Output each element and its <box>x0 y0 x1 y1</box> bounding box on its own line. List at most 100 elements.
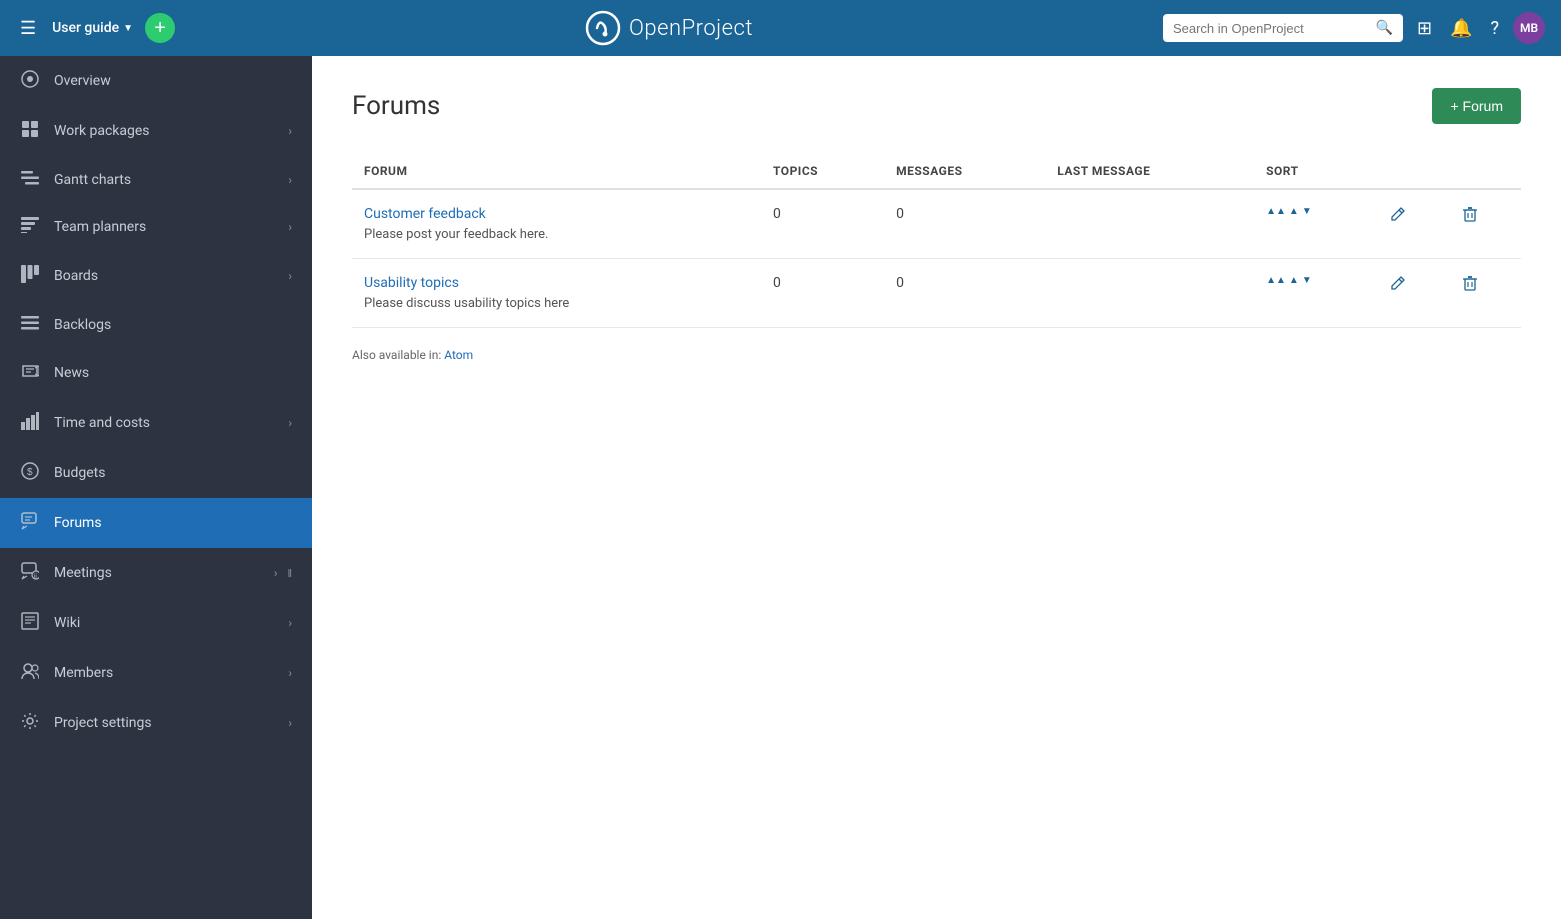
sort-down-0[interactable]: ▼ <box>1302 206 1312 217</box>
svg-text:ii: ii <box>34 573 38 581</box>
sidebar-arrow-project-settings: › <box>288 716 292 730</box>
sidebar-arrow-meetings: › <box>274 566 278 580</box>
forum-cell-1: Usability topics Please discuss usability… <box>352 259 761 328</box>
main-layout: OverviewWork packages›Gantt charts›Team … <box>0 56 1561 919</box>
delete-forum-button-0[interactable] <box>1462 206 1478 226</box>
work-packages-icon <box>20 120 40 142</box>
sort-down-1[interactable]: ▼ <box>1302 275 1312 286</box>
sidebar-item-label-team-planners: Team planners <box>54 219 274 235</box>
backlogs-icon <box>20 315 40 334</box>
atom-link-text: Also available in: <box>352 348 444 362</box>
sidebar-item-label-news: News <box>54 365 292 381</box>
sidebar-arrow-wiki: › <box>288 616 292 630</box>
messages-cell-0: 0 <box>884 189 1045 259</box>
atom-link: Also available in: Atom <box>352 348 1521 362</box>
sidebar-item-label-project-settings: Project settings <box>54 715 274 731</box>
edit-forum-button-1[interactable] <box>1390 275 1406 295</box>
forums-icon <box>20 512 40 534</box>
hamburger-menu-icon[interactable]: ☰ <box>16 14 40 43</box>
forum-desc-0: Please post your feedback here. <box>364 227 548 242</box>
edit-cell-0 <box>1378 189 1449 259</box>
sort-top-1[interactable]: ▲▲ <box>1266 275 1286 286</box>
sidebar-item-meetings[interactable]: iiMeetings›‖ <box>0 548 312 598</box>
sidebar-item-backlogs[interactable]: Backlogs <box>0 301 312 348</box>
sidebar-item-news[interactable]: News <box>0 348 312 398</box>
sidebar: OverviewWork packages›Gantt charts›Team … <box>0 56 312 919</box>
forums-table: FORUM TOPICS MESSAGES LAST MESSAGE SORT … <box>352 154 1521 328</box>
svg-text:$: $ <box>27 467 33 478</box>
help-icon[interactable]: ? <box>1486 14 1503 43</box>
project-selector[interactable]: User guide ▼ <box>52 20 133 36</box>
edit-cell-1 <box>1378 259 1449 328</box>
delete-forum-button-1[interactable] <box>1462 275 1478 295</box>
sidebar-arrow-boards: › <box>288 269 292 283</box>
sidebar-item-label-wiki: Wiki <box>54 615 274 631</box>
page-header: Forums + Forum <box>352 88 1521 124</box>
sidebar-collapse-meetings[interactable]: ‖ <box>287 567 292 580</box>
team-planners-icon <box>20 217 40 237</box>
sidebar-item-time-and-costs[interactable]: Time and costs › <box>0 398 312 448</box>
sidebar-item-boards[interactable]: Boards › <box>0 251 312 301</box>
last-message-cell-1 <box>1045 259 1254 328</box>
sidebar-item-wiki[interactable]: Wiki › <box>0 598 312 648</box>
sidebar-arrow-time-and-costs: › <box>288 416 292 430</box>
sidebar-arrow-team-planners: › <box>288 220 292 234</box>
sidebar-item-label-forums: Forums <box>54 515 292 531</box>
delete-cell-1 <box>1450 259 1521 328</box>
topics-cell-1: 0 <box>761 259 884 328</box>
sidebar-item-label-backlogs: Backlogs <box>54 317 292 333</box>
sort-up-1[interactable]: ▲ <box>1289 275 1299 286</box>
wiki-icon <box>20 612 40 634</box>
sidebar-item-gantt-charts[interactable]: Gantt charts› <box>0 156 312 203</box>
members-icon <box>20 662 40 684</box>
sort-top-0[interactable]: ▲▲ <box>1266 206 1286 217</box>
edit-forum-button-0[interactable] <box>1390 206 1406 226</box>
avatar[interactable]: MB <box>1513 12 1545 44</box>
sidebar-item-budgets[interactable]: $ Budgets <box>0 448 312 498</box>
logo-text: OpenProject <box>629 16 753 41</box>
sort-cell-0: ▲▲ ▲ ▼ <box>1254 189 1378 259</box>
boards-icon <box>20 265 40 287</box>
budgets-icon: $ <box>20 462 40 484</box>
sidebar-item-label-time-and-costs: Time and costs <box>54 415 274 431</box>
forum-cell-0: Customer feedback Please post your feedba… <box>352 189 761 259</box>
top-navigation: ☰ User guide ▼ + OpenProject 🔍 ⊞ 🔔 ? MB <box>0 0 1561 56</box>
meetings-icon: ii <box>20 562 40 584</box>
forum-link-0[interactable]: Customer feedback <box>364 206 749 222</box>
gantt-charts-icon <box>20 170 40 189</box>
news-icon <box>20 362 40 384</box>
table-row: Customer feedback Please post your feedba… <box>352 189 1521 259</box>
sidebar-arrow-members: › <box>288 666 292 680</box>
last-message-cell-0 <box>1045 189 1254 259</box>
delete-cell-0 <box>1450 189 1521 259</box>
notifications-icon[interactable]: 🔔 <box>1446 14 1476 43</box>
atom-link-anchor[interactable]: Atom <box>444 348 473 362</box>
topics-cell-0: 0 <box>761 189 884 259</box>
sidebar-item-work-packages[interactable]: Work packages› <box>0 106 312 156</box>
col-sort: SORT <box>1254 154 1378 189</box>
add-project-button[interactable]: + <box>145 13 175 43</box>
sidebar-arrow-gantt-charts: › <box>288 173 292 187</box>
search-input[interactable] <box>1173 21 1368 36</box>
app-logo: OpenProject <box>585 10 753 46</box>
sidebar-item-label-boards: Boards <box>54 268 274 284</box>
time-and-costs-icon <box>20 412 40 434</box>
sidebar-item-label-budgets: Budgets <box>54 465 292 481</box>
col-last-message: LAST MESSAGE <box>1045 154 1254 189</box>
forum-link-1[interactable]: Usability topics <box>364 275 749 291</box>
chevron-down-icon: ▼ <box>123 23 133 34</box>
project-settings-icon <box>20 712 40 734</box>
sidebar-item-overview[interactable]: Overview <box>0 56 312 106</box>
sidebar-arrow-work-packages: › <box>288 124 292 138</box>
forum-desc-1: Please discuss usability topics here <box>364 296 569 311</box>
add-forum-button[interactable]: + Forum <box>1432 88 1521 124</box>
search-box[interactable]: 🔍 <box>1163 14 1403 42</box>
sort-up-0[interactable]: ▲ <box>1289 206 1299 217</box>
col-forum: FORUM <box>352 154 761 189</box>
sort-cell-1: ▲▲ ▲ ▼ <box>1254 259 1378 328</box>
sidebar-item-project-settings[interactable]: Project settings › <box>0 698 312 748</box>
modules-icon[interactable]: ⊞ <box>1413 14 1436 43</box>
sidebar-item-members[interactable]: Members› <box>0 648 312 698</box>
sidebar-item-forums[interactable]: Forums <box>0 498 312 548</box>
sidebar-item-team-planners[interactable]: Team planners › <box>0 203 312 251</box>
